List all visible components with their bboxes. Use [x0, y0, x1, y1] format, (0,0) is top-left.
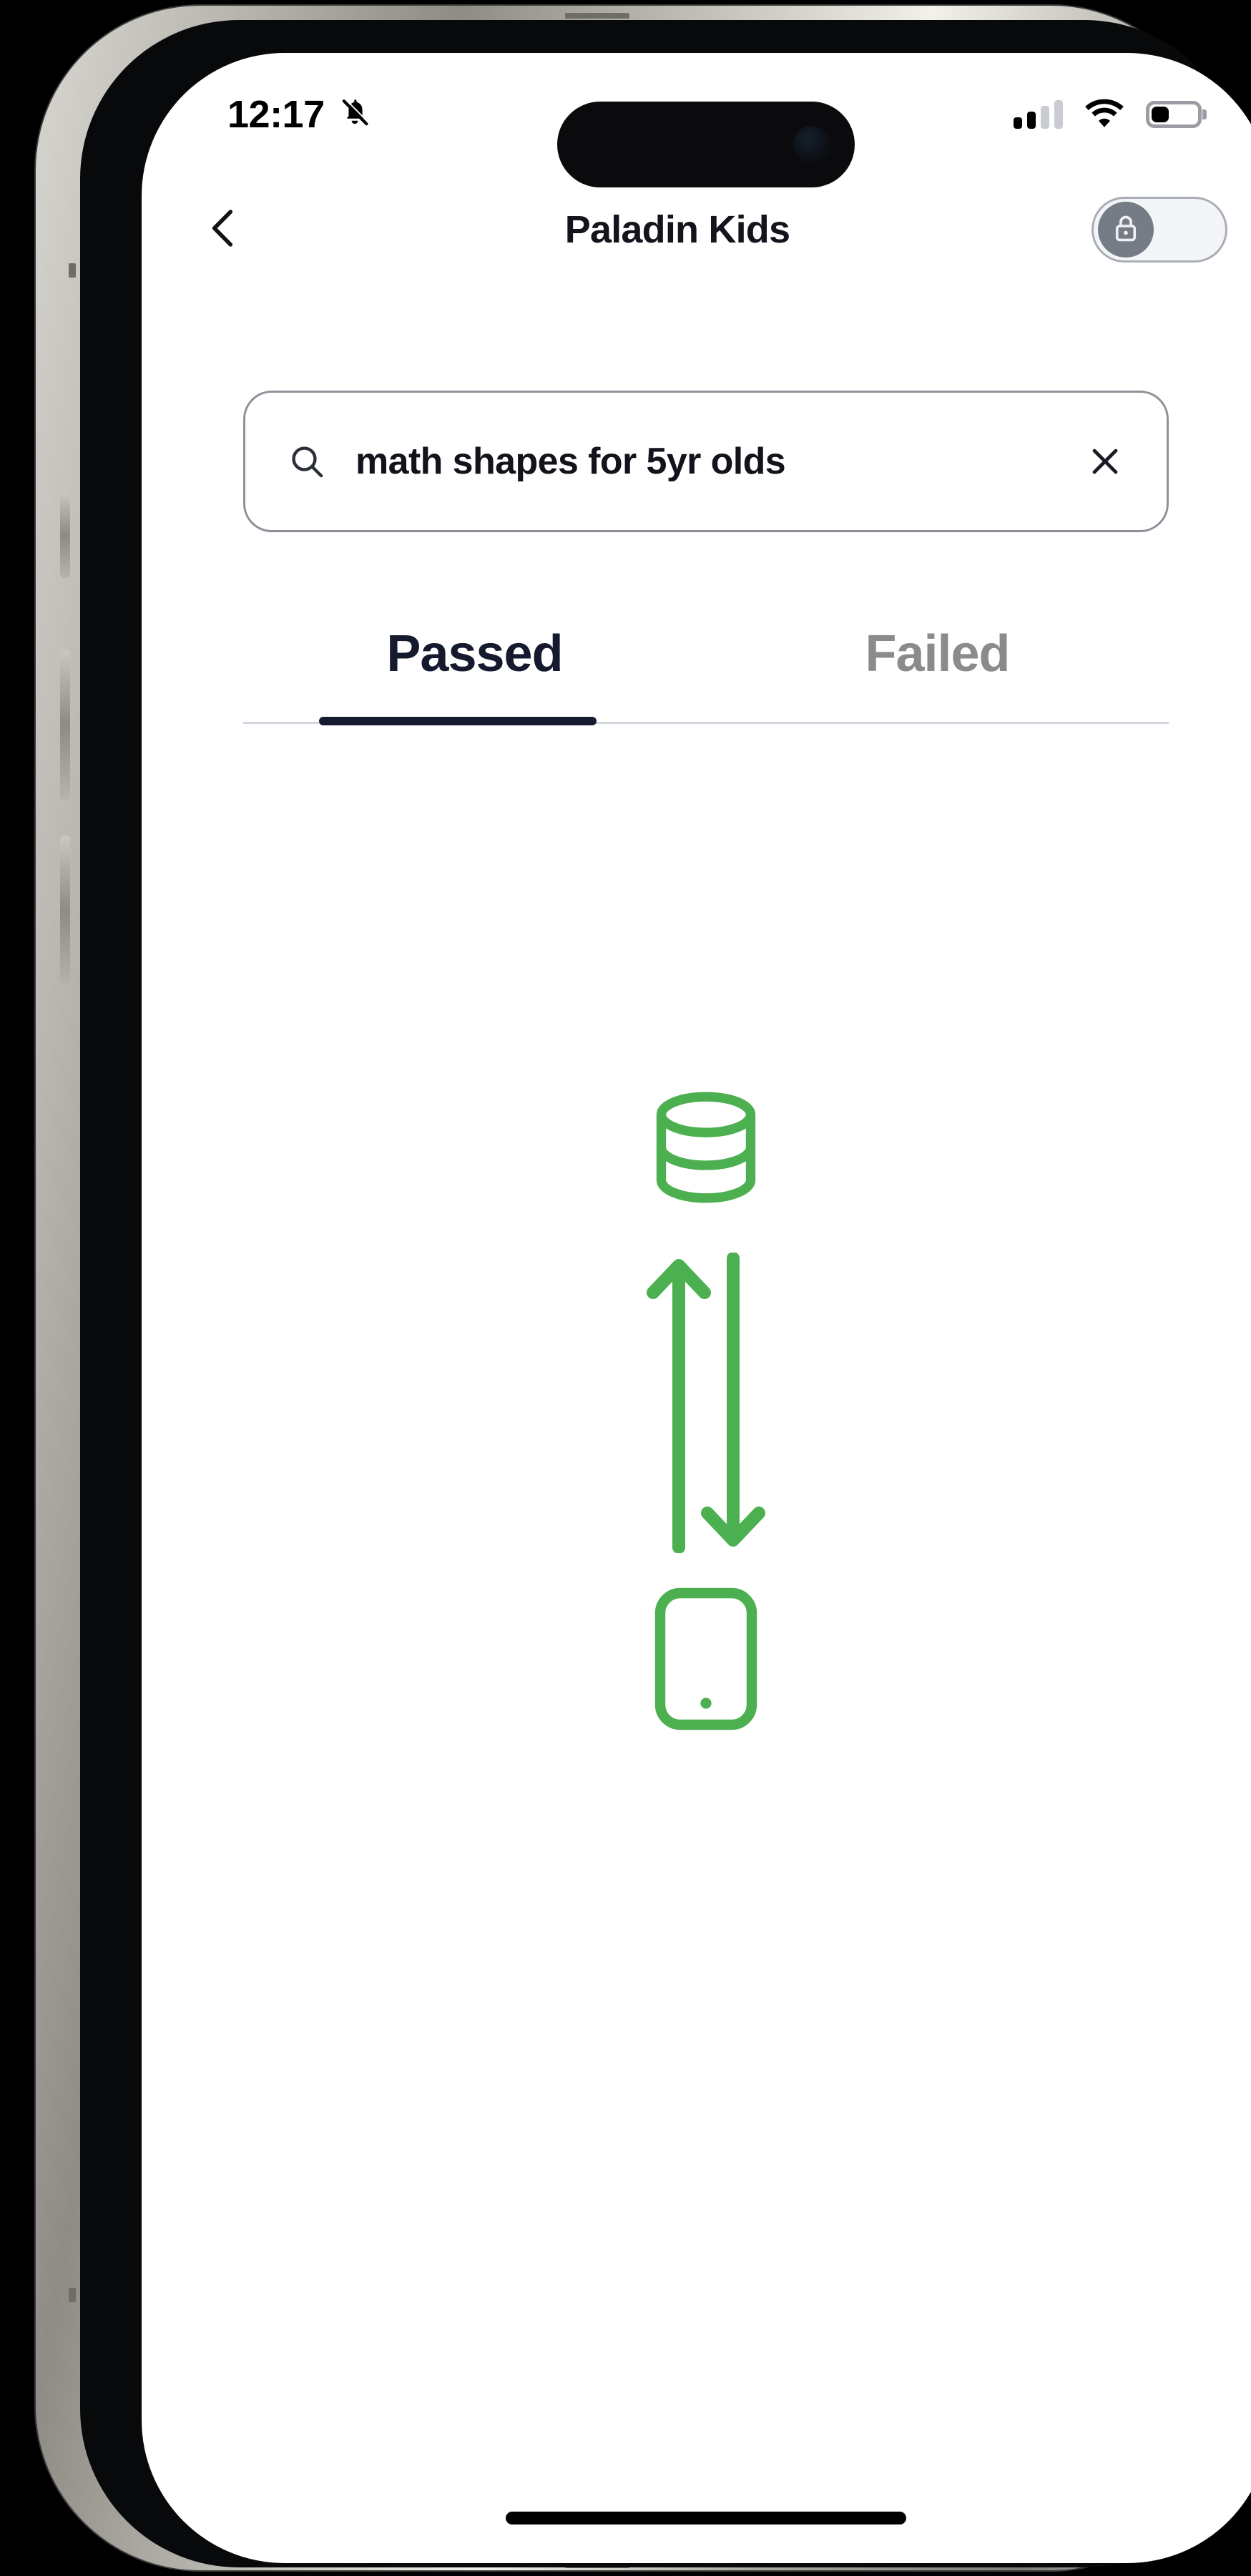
screenshot-root: 12:17 Paladin Kids math shapes for 5yr o… [0, 0, 1251, 2576]
battery-icon [1146, 101, 1202, 128]
volume-up-button[interactable] [60, 650, 70, 800]
tab-failed[interactable]: Failed [706, 582, 1169, 725]
tab-bar: Passed Failed [243, 582, 1169, 725]
phone-frame-inner: 12:17 Paladin Kids math shapes for 5yr o… [80, 20, 1251, 2567]
mute-switch-button[interactable] [60, 492, 70, 578]
tab-passed-label: Passed [386, 625, 563, 682]
search-bar[interactable]: math shapes for 5yr olds [243, 391, 1169, 532]
antenna-band-bottom-left [69, 2288, 76, 2302]
search-icon [287, 441, 327, 481]
search-input[interactable]: math shapes for 5yr olds [355, 440, 1056, 483]
database-cylinder-icon [634, 1076, 777, 1223]
home-indicator[interactable] [506, 2512, 906, 2524]
navigation-bar: Paladin Kids [142, 176, 1251, 283]
phone-frame-outer: 12:17 Paladin Kids math shapes for 5yr o… [36, 6, 1251, 2570]
wifi-icon [1084, 98, 1124, 132]
status-bar-left: 12:17 [227, 92, 372, 137]
tab-active-indicator [319, 717, 597, 725]
antenna-band-top-left [69, 263, 76, 278]
status-bar-clock: 12:17 [227, 93, 325, 136]
chevron-left-icon [201, 205, 247, 255]
dynamic-island [557, 102, 855, 187]
sync-arrows-icon [634, 1252, 777, 1557]
battery-fill-level [1152, 107, 1169, 122]
lock-icon [1109, 212, 1142, 248]
clear-search-icon[interactable] [1085, 441, 1125, 481]
front-camera-icon [793, 126, 830, 163]
page-title: Paladin Kids [564, 208, 790, 251]
antenna-band-top [565, 13, 629, 19]
empty-state-illustration [142, 1076, 1251, 1738]
back-button[interactable] [185, 190, 263, 269]
phone-screen: 12:17 Paladin Kids math shapes for 5yr o… [142, 53, 1251, 2563]
status-bar-right [1014, 98, 1202, 132]
volume-down-button[interactable] [60, 836, 70, 986]
mobile-phone-icon [649, 1584, 763, 1738]
search-box[interactable]: math shapes for 5yr olds [243, 391, 1169, 532]
cellular-signal-icon [1014, 100, 1063, 129]
tab-passed[interactable]: Passed [243, 582, 706, 725]
lock-toggle-switch[interactable] [1091, 197, 1227, 263]
status-bar: 12:17 [142, 53, 1251, 187]
lock-toggle-knob [1098, 202, 1154, 258]
tab-failed-label: Failed [865, 625, 1010, 682]
bell-slash-icon [338, 96, 372, 134]
